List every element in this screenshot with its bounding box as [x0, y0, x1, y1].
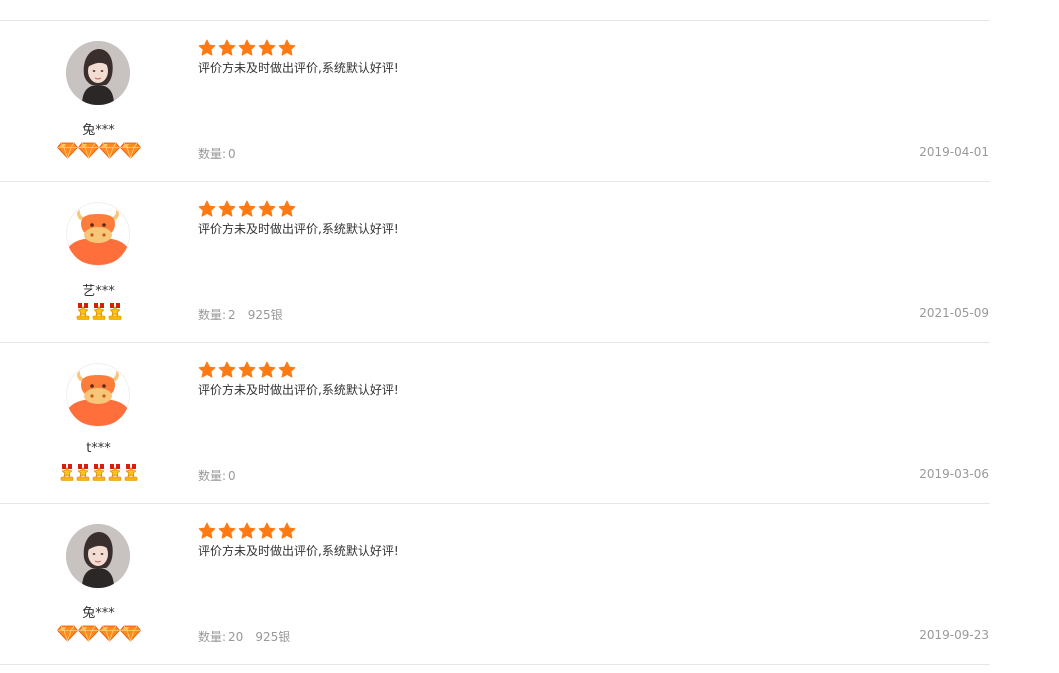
user-name[interactable]: 艺*** — [0, 280, 197, 299]
quantity-value: 0 — [228, 147, 236, 161]
star-rating — [198, 200, 296, 218]
woman-photo-avatar-icon — [66, 524, 130, 588]
review-item: 兔*** 评价方未及时做出评价,系统默认好评! 数量: 0 2019-04-01 — [0, 20, 990, 181]
star-icon — [278, 361, 296, 379]
review-item: 兔*** 评价方未及时做出评价,系统默认好评! 数量: 20 925银 2019-0… — [0, 503, 990, 665]
user-level-badges — [0, 625, 197, 642]
user-name[interactable]: t*** — [0, 441, 197, 456]
quantity-value: 0 — [228, 469, 236, 483]
star-icon — [218, 200, 236, 218]
user-avatar[interactable] — [66, 524, 130, 588]
star-icon — [258, 522, 276, 540]
review-meta: 数量: 0 — [198, 467, 248, 484]
star-icon — [258, 39, 276, 57]
quantity-value: 20 — [228, 630, 244, 644]
medal-star-level-icon — [91, 464, 107, 481]
medal-star-level-icon — [75, 464, 91, 481]
material-spec: 925银 — [255, 630, 291, 644]
star-icon — [218, 522, 236, 540]
star-icon — [278, 200, 296, 218]
medal-star-level-icon — [123, 464, 139, 481]
star-icon — [198, 39, 216, 57]
star-icon — [218, 361, 236, 379]
user-name[interactable]: 兔*** — [0, 119, 197, 138]
medal-star-level-icon — [107, 464, 123, 481]
review-comment: 评价方未及时做出评价,系统默认好评! — [198, 61, 399, 75]
cartoon-ox-avatar-icon — [66, 202, 130, 266]
user-level-badges — [0, 464, 197, 481]
material-spec: 925银 — [247, 308, 283, 322]
review-meta: 数量: 0 — [198, 145, 248, 162]
diamond-level-icon — [119, 142, 141, 159]
quantity-label: 数量: — [198, 308, 227, 322]
review-item: 艺*** 评价方未及时做出评价,系统默认好评! 数量: 2 925银 2021-05… — [0, 181, 990, 342]
review-date: 2019-09-23 — [919, 628, 989, 642]
diamond-level-icon — [77, 142, 99, 159]
diamond-level-icon — [119, 625, 141, 642]
star-rating — [198, 522, 296, 540]
review-item: t*** 评价方未及时做出评价,系统默认好评! 数量: 0 2019-03-06 — [0, 342, 990, 503]
star-icon — [238, 200, 256, 218]
review-meta: 数量: 2 925银 — [198, 306, 283, 323]
medal-star-level-icon — [107, 303, 123, 320]
review-date: 2019-03-06 — [919, 467, 989, 481]
review-date: 2019-04-01 — [919, 145, 989, 159]
diamond-level-icon — [56, 142, 78, 159]
user-avatar[interactable] — [66, 41, 130, 105]
star-icon — [238, 39, 256, 57]
review-comment: 评价方未及时做出评价,系统默认好评! — [198, 383, 399, 397]
star-rating — [198, 361, 296, 379]
user-level-badges — [0, 142, 197, 159]
user-avatar[interactable] — [66, 363, 130, 427]
star-icon — [238, 361, 256, 379]
medal-star-level-icon — [75, 303, 91, 320]
star-icon — [198, 522, 216, 540]
diamond-level-icon — [56, 625, 78, 642]
star-icon — [198, 361, 216, 379]
cartoon-ox-avatar-icon — [66, 363, 130, 427]
star-icon — [278, 522, 296, 540]
review-date: 2021-05-09 — [919, 306, 989, 320]
quantity-label: 数量: — [198, 469, 227, 483]
user-level-badges — [0, 303, 197, 320]
medal-star-level-icon — [59, 464, 75, 481]
review-list: 兔*** 评价方未及时做出评价,系统默认好评! 数量: 0 2019-04-01 … — [0, 20, 990, 665]
review-comment: 评价方未及时做出评价,系统默认好评! — [198, 544, 399, 558]
star-icon — [218, 39, 236, 57]
star-icon — [258, 200, 276, 218]
user-name[interactable]: 兔*** — [0, 602, 197, 621]
star-icon — [278, 39, 296, 57]
diamond-level-icon — [98, 625, 120, 642]
review-meta: 数量: 20 925银 — [198, 628, 290, 645]
star-rating — [198, 39, 296, 57]
star-icon — [258, 361, 276, 379]
user-avatar[interactable] — [66, 202, 130, 266]
review-comment: 评价方未及时做出评价,系统默认好评! — [198, 222, 399, 236]
diamond-level-icon — [77, 625, 99, 642]
quantity-label: 数量: — [198, 147, 227, 161]
quantity-label: 数量: — [198, 630, 227, 644]
medal-star-level-icon — [91, 303, 107, 320]
star-icon — [238, 522, 256, 540]
quantity-value: 2 — [228, 308, 236, 322]
diamond-level-icon — [98, 142, 120, 159]
star-icon — [198, 200, 216, 218]
woman-photo-avatar-icon — [66, 41, 130, 105]
